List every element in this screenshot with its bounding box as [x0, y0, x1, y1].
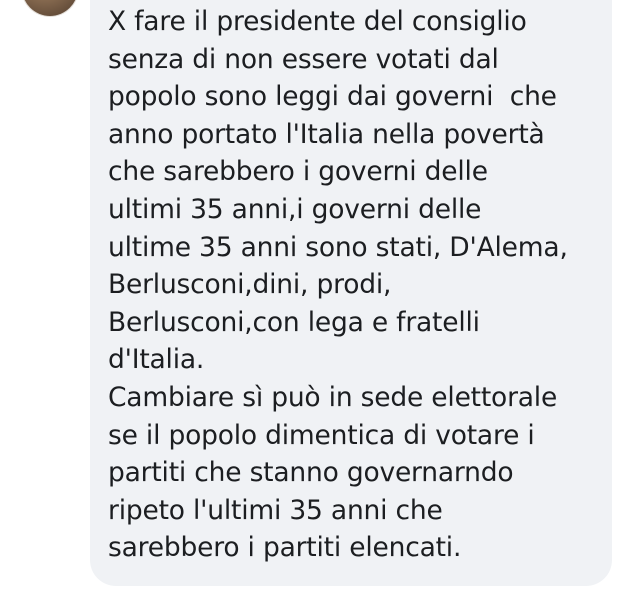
comment-screen: X fare il presidente del consiglio senza… — [0, 0, 629, 600]
avatar[interactable] — [22, 0, 78, 16]
comment-bubble: X fare il presidente del consiglio senza… — [90, 0, 612, 586]
comment-text: X fare il presidente del consiglio senza… — [108, 6, 568, 564]
